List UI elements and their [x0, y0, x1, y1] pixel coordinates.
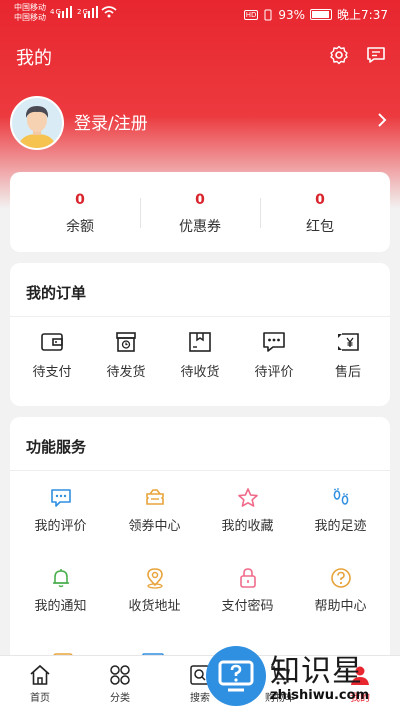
avatar[interactable] — [10, 96, 64, 150]
order-pending-shipment[interactable]: 待发货 — [88, 331, 164, 380]
signal-icon — [84, 6, 98, 18]
divider — [10, 316, 390, 317]
footprint-icon — [333, 488, 348, 505]
category-icon — [110, 665, 130, 685]
tab-home[interactable]: 首页 — [0, 664, 80, 704]
order-after-sales[interactable]: 售后 — [310, 331, 386, 380]
carrier-2: 中国移动 — [14, 13, 46, 22]
coupon-item[interactable]: 0 优惠券 — [140, 172, 260, 252]
watermark-url: zhishiwu.com — [270, 688, 370, 703]
service-shipping-address-label: 收货地址 — [128, 599, 181, 614]
service-help-center[interactable]: 帮助中心 — [293, 567, 388, 614]
red-packet-label: 红包 — [306, 219, 334, 235]
orders-title: 我的订单 — [26, 284, 87, 302]
hd-badge: HD — [243, 9, 259, 20]
status-bar: 中国移动 中国移动 4G 2G HD 93% 晚上7:37 — [0, 0, 400, 30]
service-shipping-address[interactable]: 收货地址 — [107, 567, 202, 614]
service-footprints-label: 我的足迹 — [314, 519, 367, 534]
coupon-label: 优惠券 — [179, 219, 221, 235]
order-pending-shipment-label: 待发货 — [106, 365, 146, 380]
service-payment-password-label: 支付密码 — [221, 599, 274, 614]
comment-icon — [263, 332, 285, 352]
battery-icon — [310, 9, 333, 20]
red-packet-value: 0 — [315, 192, 325, 208]
service-my-reviews-label: 我的评价 — [34, 519, 87, 534]
lock-icon — [239, 568, 256, 588]
comment-icon — [50, 489, 71, 507]
balance-label: 余额 — [66, 219, 94, 235]
login-register-link[interactable]: 登录/注册 — [74, 109, 148, 134]
clock: 晚上7:37 — [337, 8, 388, 22]
watermark-logo — [206, 646, 266, 706]
tab-category-label: 分类 — [110, 693, 130, 704]
tab-home-label: 首页 — [30, 693, 50, 704]
coupon-icon — [145, 489, 164, 505]
package-icon — [189, 332, 211, 352]
wifi-icon — [101, 6, 117, 18]
vibrate-icon — [264, 9, 272, 20]
order-pending-review[interactable]: 待评价 — [236, 331, 312, 380]
service-favorites[interactable]: 我的收藏 — [200, 487, 295, 534]
service-favorites-label: 我的收藏 — [221, 519, 274, 534]
order-pending-receipt[interactable]: 待收货 — [162, 331, 238, 380]
red-packet-item[interactable]: 0 红包 — [260, 172, 380, 252]
service-coupon-center[interactable]: 领券中心 — [107, 487, 202, 534]
service-footprints[interactable]: 我的足迹 — [293, 487, 388, 534]
home-icon — [30, 664, 50, 685]
balance-item[interactable]: 0 余额 — [20, 172, 140, 252]
chevron-right-icon[interactable] — [376, 112, 388, 128]
coupon-value: 0 — [195, 192, 205, 208]
signal-icon — [58, 6, 72, 18]
star-icon — [237, 488, 258, 507]
avatar-person-icon — [18, 106, 56, 148]
yen-return-icon — [338, 333, 359, 351]
order-pending-review-label: 待评价 — [254, 365, 294, 380]
service-coupon-center-label: 领券中心 — [128, 519, 181, 534]
page-title: 我的 — [16, 48, 52, 69]
carrier-info: 中国移动 中国移动 — [14, 3, 46, 23]
help-icon — [330, 568, 351, 588]
orders-card: 我的订单 待支付 待发货 待收货 待评价 售后 — [10, 263, 390, 406]
tab-category[interactable]: 分类 — [80, 664, 160, 704]
service-payment-password[interactable]: 支付密码 — [200, 567, 295, 614]
location-icon — [146, 568, 163, 589]
service-notifications[interactable]: 我的通知 — [13, 567, 108, 614]
message-icon[interactable] — [366, 45, 386, 65]
watermark-text: 知识星 — [270, 654, 363, 689]
order-after-sales-label: 售后 — [334, 365, 361, 380]
services-title: 功能服务 — [26, 438, 87, 456]
battery-percent: 93% — [278, 7, 306, 22]
box-clock-icon — [116, 332, 136, 352]
service-my-reviews[interactable]: 我的评价 — [13, 487, 108, 534]
watermark: 知识星 zhishiwu.com — [200, 640, 400, 711]
order-pending-payment[interactable]: 待支付 — [14, 331, 90, 380]
order-pending-receipt-label: 待收货 — [180, 365, 220, 380]
service-notifications-label: 我的通知 — [34, 599, 87, 614]
order-pending-payment-label: 待支付 — [32, 365, 72, 380]
carrier-1: 中国移动 — [14, 3, 46, 12]
service-help-center-label: 帮助中心 — [314, 599, 367, 614]
balance-value: 0 — [75, 192, 85, 208]
wallet-icon — [41, 333, 63, 351]
settings-icon[interactable] — [329, 45, 349, 65]
divider — [10, 470, 390, 471]
bell-icon — [52, 569, 69, 588]
assets-card: 0 余额 0 优惠券 0 红包 — [10, 172, 390, 252]
monitor-question-icon — [218, 660, 254, 692]
